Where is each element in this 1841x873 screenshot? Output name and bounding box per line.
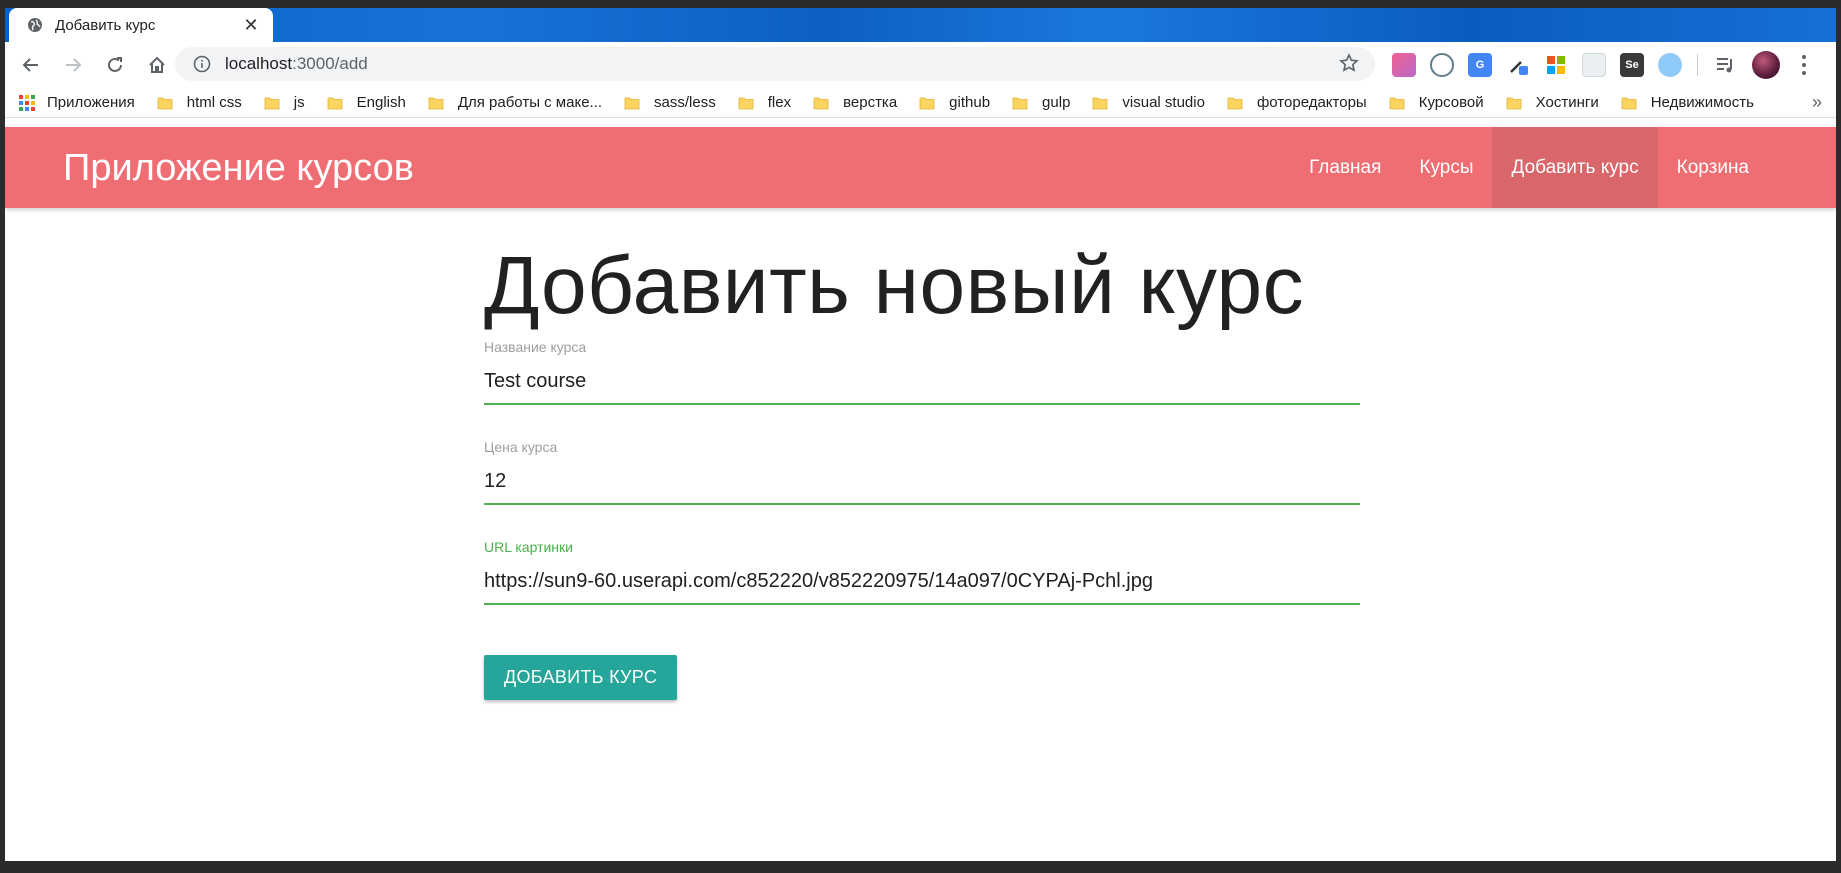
bookmark-label: github — [949, 94, 991, 111]
chat-extension-icon[interactable] — [1430, 53, 1454, 77]
bookmark-label: Для работы с маке... — [457, 94, 603, 111]
bookmark-item[interactable]: Хостинги — [1506, 94, 1599, 111]
bookmark-item[interactable]: visual studio — [1092, 94, 1205, 111]
bookmark-item[interactable]: github — [919, 94, 990, 111]
eyedropper-extension-icon[interactable] — [1506, 53, 1530, 77]
price-field-label: Цена курса — [484, 439, 558, 455]
bookmark-label: visual studio — [1122, 94, 1205, 111]
tab-strip: Добавить курс ✕ — [5, 8, 1836, 42]
folder-icon — [1389, 96, 1405, 110]
folder-icon — [264, 96, 280, 110]
folder-icon — [1012, 96, 1028, 110]
media-control-icon[interactable] — [1713, 53, 1737, 77]
bookmark-label: фоторедакторы — [1256, 94, 1367, 111]
browser-toolbar: localhost:3000/add G Se — [5, 42, 1836, 88]
home-icon[interactable] — [137, 45, 177, 85]
bookmark-star-icon[interactable] — [1339, 53, 1361, 75]
bookmark-item[interactable]: js — [264, 94, 305, 111]
bookmark-label: Хостинги — [1535, 94, 1599, 111]
address-bar[interactable]: localhost:3000/add — [175, 47, 1375, 81]
bookmark-label: gulp — [1042, 94, 1071, 111]
bookmark-item[interactable]: верстка — [813, 94, 897, 111]
nav-link-cart[interactable]: Корзина — [1658, 127, 1768, 208]
bookmark-label: Недвижимость — [1650, 94, 1754, 111]
menu-icon[interactable] — [1794, 53, 1814, 77]
translate-extension-icon[interactable]: G — [1468, 53, 1492, 77]
nav-link-add-course[interactable]: Добавить курс — [1492, 127, 1658, 208]
folder-icon — [428, 96, 444, 110]
brand-logo[interactable]: Приложение курсов — [63, 147, 414, 190]
color-picker-extension-icon[interactable] — [1392, 53, 1416, 77]
price-field: Цена курса — [484, 439, 1360, 505]
toolbar-separator — [1697, 54, 1698, 76]
web-page: Приложение курсов Главная Курсы Добавить… — [5, 127, 1836, 861]
title-field-label: Название курса — [484, 339, 587, 355]
browser-window: Добавить курс ✕ localhost:3000/add G Se … — [5, 8, 1836, 861]
reload-icon[interactable] — [95, 45, 135, 85]
folder-icon — [919, 96, 935, 110]
nav-links: Главная Курсы Добавить курс Корзина — [1290, 127, 1768, 208]
folder-icon — [1621, 96, 1637, 110]
nav-link-courses[interactable]: Курсы — [1400, 127, 1492, 208]
folder-icon — [813, 96, 829, 110]
bookmark-label: sass/less — [654, 94, 716, 111]
tab-title: Добавить курс — [55, 16, 156, 34]
bookmark-item[interactable]: English — [327, 94, 406, 111]
bookmark-item[interactable]: Курсовой — [1389, 94, 1484, 111]
bookmark-item[interactable]: gulp — [1012, 94, 1070, 111]
bookmark-label: flex — [767, 94, 792, 111]
browser-tab[interactable]: Добавить курс ✕ — [9, 8, 273, 42]
image-url-field-label: URL картинки — [484, 539, 573, 555]
bookmark-label: English — [356, 94, 406, 111]
info-icon[interactable] — [193, 55, 211, 73]
url-path: :3000/add — [292, 54, 368, 73]
ring-extension-icon[interactable] — [1658, 53, 1682, 77]
office-extension-icon[interactable] — [1544, 53, 1568, 77]
folder-icon — [327, 96, 343, 110]
bookmark-label: js — [293, 94, 305, 111]
forward-icon[interactable] — [53, 45, 93, 85]
bookmark-item[interactable]: Недвижимость — [1621, 94, 1754, 111]
blank-extension-icon[interactable] — [1582, 53, 1606, 77]
folder-icon — [1092, 96, 1108, 110]
url-host: localhost — [225, 54, 293, 73]
app-navbar: Приложение курсов Главная Курсы Добавить… — [5, 127, 1836, 208]
bookmark-label: Приложения — [47, 94, 135, 111]
folder-icon — [738, 96, 754, 110]
page-title: Добавить новый курс — [484, 240, 1305, 331]
bookmark-item[interactable]: html css — [157, 94, 242, 111]
extensions-area: G Se — [1385, 47, 1814, 83]
close-icon[interactable]: ✕ — [241, 15, 261, 36]
folder-icon — [624, 96, 640, 110]
selenium-extension-icon[interactable]: Se — [1620, 53, 1644, 77]
bookmark-item[interactable]: sass/less — [624, 94, 716, 111]
bookmark-label: html css — [186, 94, 242, 111]
bookmark-item[interactable]: фоторедакторы — [1227, 94, 1367, 111]
add-course-button[interactable]: ДОБАВИТЬ КУРС — [484, 655, 678, 700]
bookmark-label: Курсовой — [1418, 94, 1484, 111]
profile-avatar[interactable] — [1752, 51, 1780, 79]
apps-icon — [19, 94, 35, 111]
image-url-field: URL картинки — [484, 539, 1360, 605]
course-price-input[interactable] — [484, 459, 1360, 505]
back-icon[interactable] — [11, 45, 51, 85]
bookmark-label: верстка — [843, 94, 898, 111]
add-course-form: Добавить новый курс Название курса Цена … — [484, 245, 1360, 700]
image-url-input[interactable] — [484, 559, 1360, 605]
folder-icon — [157, 96, 173, 110]
folder-icon — [1227, 96, 1243, 110]
more-bookmarks-icon[interactable]: » — [1812, 92, 1822, 113]
nav-link-home[interactable]: Главная — [1290, 127, 1400, 208]
title-field: Название курса — [484, 339, 1360, 405]
bookmarks-bar: Приложения html css js English Для работы с … — [5, 88, 1836, 118]
url-text[interactable]: localhost:3000/add — [225, 54, 1339, 74]
folder-icon — [1506, 96, 1522, 110]
course-title-input[interactable] — [484, 359, 1360, 405]
globe-icon — [27, 17, 43, 33]
bookmark-item[interactable]: Приложения — [19, 94, 135, 111]
bookmark-item[interactable]: Для работы с маке... — [428, 94, 602, 111]
bookmark-item[interactable]: flex — [738, 94, 791, 111]
